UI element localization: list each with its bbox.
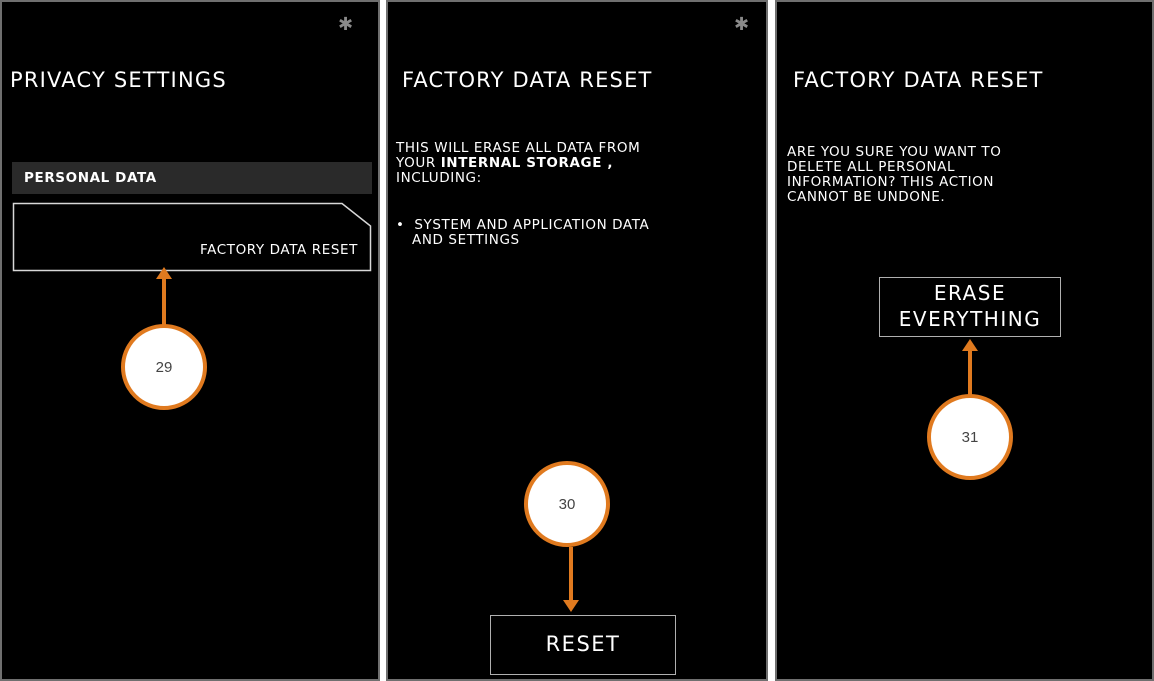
bullet-line-2: AND SETTINGS: [412, 232, 520, 248]
bullet-item: • SYSTEM AND APPLICATION DATA: [396, 218, 649, 233]
menu-item-frame: [12, 202, 372, 272]
factory-data-reset-menu-item[interactable]: FACTORY DATA RESET: [12, 202, 372, 272]
privacy-settings-screen: ✱ PRIVACY SETTINGS PERSONAL DATA FACTORY…: [0, 0, 380, 681]
callout-arrow-line: [162, 278, 166, 326]
erase-everything-button[interactable]: ERASE EVERYTHING: [879, 277, 1061, 337]
bullet-list: • SYSTEM AND APPLICATION DATA AND SETTIN…: [396, 218, 649, 248]
callout-badge: 29: [121, 324, 207, 410]
bullet-line-1: SYSTEM AND APPLICATION DATA: [414, 217, 650, 233]
page-title: PRIVACY SETTINGS: [10, 68, 227, 92]
internal-storage-label: INTERNAL STORAGE ,: [440, 155, 614, 171]
confirm-line-3: INFORMATION? THIS ACTION: [787, 174, 995, 190]
erase-button-line-1: ERASE: [933, 281, 1007, 305]
warning-line-2-prefix: YOUR: [396, 155, 441, 171]
menu-item-label: FACTORY DATA RESET: [199, 242, 358, 258]
callout-badge: 30: [524, 461, 610, 547]
bullet-dot-icon: •: [396, 217, 415, 233]
warning-line-1: THIS WILL ERASE ALL DATA FROM: [396, 140, 641, 156]
callout-arrowhead: [563, 600, 579, 612]
reset-warning-text: THIS WILL ERASE ALL DATA FROM YOUR INTER…: [396, 141, 640, 186]
confirm-line-1: ARE YOU SURE YOU WANT TO: [787, 144, 1002, 160]
bluetooth-icon: ✱: [734, 14, 750, 35]
confirm-message: ARE YOU SURE YOU WANT TO DELETE ALL PERS…: [787, 145, 1001, 205]
warning-line-3: INCLUDING:: [396, 170, 482, 186]
erase-button-line-2: EVERYTHING: [898, 307, 1042, 331]
callout-arrow-line: [968, 350, 972, 396]
warning-line-2: YOUR INTERNAL STORAGE ,: [396, 156, 640, 171]
factory-data-reset-screen: ✱ FACTORY DATA RESET THIS WILL ERASE ALL…: [386, 0, 768, 681]
page-title: FACTORY DATA RESET: [793, 68, 1044, 92]
page-title: FACTORY DATA RESET: [402, 68, 653, 92]
bluetooth-icon: ✱: [338, 14, 354, 35]
callout-arrow-line: [569, 547, 573, 603]
confirm-line-2: DELETE ALL PERSONAL: [787, 159, 956, 175]
callout-badge: 31: [927, 394, 1013, 480]
reset-button[interactable]: RESET: [490, 615, 676, 675]
confirm-reset-screen: FACTORY DATA RESET ARE YOU SURE YOU WANT…: [775, 0, 1154, 681]
section-header-personal-data: PERSONAL DATA: [12, 162, 372, 194]
confirm-line-4: CANNOT BE UNDONE.: [787, 189, 946, 205]
